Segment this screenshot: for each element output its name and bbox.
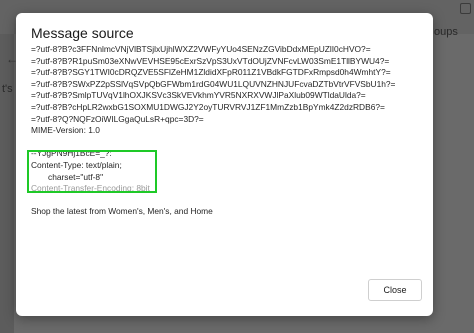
boundary-line: --YJgPN9Hj1BcE=_?: <box>31 148 112 159</box>
close-button[interactable]: Close <box>368 279 422 301</box>
encoded-line: =?utf-8?Q?NQFzOiWILGgaQuLsR+qpc=3D?= <box>31 113 204 124</box>
encoded-line: =?utf-8?B?SmlpTUVqV1lhOXJKSVc3SkVEVkhmYV… <box>31 90 366 101</box>
message-source-content[interactable]: =?utf-8?B?c3FFNnlmcVNjVlBTSjlxUjhlWXZ2VW… <box>31 44 426 270</box>
mime-version-line: MIME-Version: 1.0 <box>31 125 100 136</box>
transfer-encoding-line: Content-Transfer-Encoding: 8bit <box>31 183 150 194</box>
content-type-line: Content-Type: text/plain; <box>31 159 122 170</box>
body-text-line: Shop the latest from Women's, Men's, and… <box>31 206 213 217</box>
encoded-line: =?utf-8?B?R1puSm03eXNwVEVHSE95cExrSzVpS3… <box>31 55 390 66</box>
charset-line: charset="utf-8" <box>48 171 104 182</box>
encoded-line: =?utf-8?B?SGY1TWI0cDRQZVE5SFlZeHM1ZldidX… <box>31 67 391 78</box>
background-sidebar <box>0 34 14 333</box>
encoded-line: =?utf-8?B?cHpLR2wxbG1SOXMU1DWGJ2Y2oyTURV… <box>31 101 385 112</box>
encoded-line: =?utf-8?B?c3FFNnlmcVNjVlBTSjlxUjhlWXZ2VW… <box>31 44 371 54</box>
message-source-dialog: Message source =?utf-8?B?c3FFNnlmcVNjVlB… <box>16 13 433 316</box>
encoded-line: =?utf-8?B?SWxPZ2pSSlVqSVpQbGFWbm1rdG04WU… <box>31 78 396 89</box>
background-groups-label: oups <box>434 26 458 38</box>
dialog-title: Message source <box>31 25 134 41</box>
window-icon <box>460 3 471 14</box>
